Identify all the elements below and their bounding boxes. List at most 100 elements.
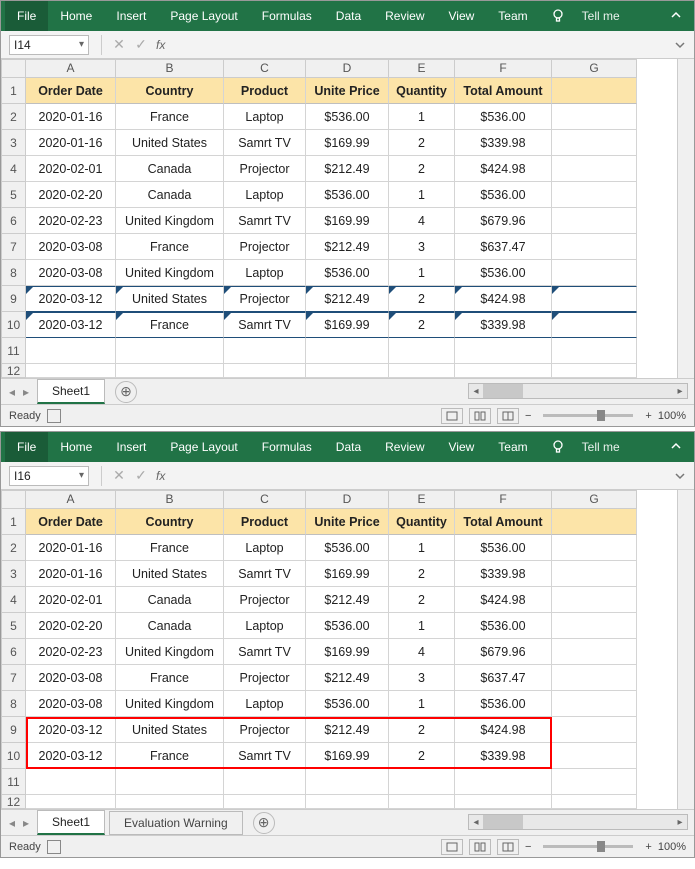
cell[interactable]: $679.96 — [455, 208, 552, 234]
sheet-tab-sheet1[interactable]: Sheet1 — [37, 379, 105, 404]
add-sheet-button[interactable]: ⊕ — [253, 812, 275, 834]
row-header-1[interactable]: 1 — [1, 509, 26, 535]
ribbon-tab-home[interactable]: Home — [48, 432, 104, 462]
cell[interactable]: United States — [116, 561, 224, 587]
cell[interactable]: Samrt TV — [224, 312, 306, 338]
cell[interactable]: $169.99 — [306, 312, 389, 338]
cell[interactable]: Projector — [224, 234, 306, 260]
ribbon-tab-file[interactable]: File — [5, 1, 48, 31]
cell[interactable]: 2020-01-16 — [26, 561, 116, 587]
cell[interactable]: $169.99 — [306, 743, 389, 769]
sheet-tab-evaluation-warning[interactable]: Evaluation Warning — [109, 811, 243, 835]
cell[interactable]: United Kingdom — [116, 691, 224, 717]
row-header-4[interactable]: 4 — [1, 156, 26, 182]
cell[interactable]: United Kingdom — [116, 208, 224, 234]
cell[interactable]: Projector — [224, 587, 306, 613]
cell[interactable]: United States — [116, 130, 224, 156]
header-cell[interactable]: Total Amount — [455, 509, 552, 535]
cell[interactable] — [552, 509, 637, 535]
cell[interactable] — [224, 364, 306, 378]
cell[interactable]: 2020-03-12 — [26, 717, 116, 743]
cell[interactable]: $536.00 — [455, 260, 552, 286]
cell[interactable] — [552, 639, 637, 665]
cell[interactable] — [389, 364, 455, 378]
header-cell[interactable]: Country — [116, 509, 224, 535]
row-header-7[interactable]: 7 — [1, 234, 26, 260]
row-header-9[interactable]: 9 — [1, 717, 26, 743]
cell[interactable]: 2020-03-12 — [26, 312, 116, 338]
cell[interactable]: United Kingdom — [116, 260, 224, 286]
cell[interactable] — [552, 104, 637, 130]
cell[interactable]: 2 — [389, 561, 455, 587]
view-page-layout-icon[interactable] — [469, 839, 491, 855]
header-cell[interactable]: Total Amount — [455, 78, 552, 104]
cell[interactable] — [552, 234, 637, 260]
cell[interactable] — [552, 312, 637, 338]
cell[interactable] — [552, 717, 637, 743]
cell[interactable] — [455, 338, 552, 364]
cell[interactable]: Laptop — [224, 260, 306, 286]
cell[interactable]: $536.00 — [306, 104, 389, 130]
cell[interactable]: France — [116, 535, 224, 561]
ribbon-tab-review[interactable]: Review — [373, 432, 436, 462]
cell[interactable]: Projector — [224, 665, 306, 691]
cell[interactable]: $212.49 — [306, 286, 389, 312]
tell-me[interactable]: Tell me — [570, 432, 632, 462]
cell[interactable]: 2020-01-16 — [26, 130, 116, 156]
name-box[interactable]: I14 ▾ — [9, 35, 89, 55]
row-header-6[interactable]: 6 — [1, 639, 26, 665]
cell[interactable]: Samrt TV — [224, 639, 306, 665]
cell[interactable]: United States — [116, 286, 224, 312]
cell[interactable]: 1 — [389, 260, 455, 286]
row-header-11[interactable]: 11 — [1, 338, 26, 364]
cell[interactable]: 2020-02-23 — [26, 639, 116, 665]
cell[interactable]: Laptop — [224, 535, 306, 561]
row-header-4[interactable]: 4 — [1, 587, 26, 613]
ribbon-tab-team[interactable]: Team — [486, 1, 539, 31]
ribbon-tab-view[interactable]: View — [437, 1, 487, 31]
cell[interactable] — [389, 795, 455, 809]
sheet-nav-next-icon[interactable]: ▸ — [19, 385, 33, 399]
cell[interactable]: $536.00 — [306, 613, 389, 639]
cell[interactable]: 2020-02-20 — [26, 182, 116, 208]
cell[interactable]: $212.49 — [306, 717, 389, 743]
row-header-3[interactable]: 3 — [1, 130, 26, 156]
cell[interactable] — [116, 795, 224, 809]
header-cell[interactable]: Quantity — [389, 78, 455, 104]
cell[interactable] — [552, 364, 637, 378]
cell[interactable]: Samrt TV — [224, 208, 306, 234]
row-header-2[interactable]: 2 — [1, 104, 26, 130]
cell[interactable]: 2020-03-08 — [26, 691, 116, 717]
cell[interactable] — [306, 795, 389, 809]
cell[interactable]: France — [116, 665, 224, 691]
cell[interactable]: $169.99 — [306, 639, 389, 665]
cell[interactable]: 2020-03-08 — [26, 260, 116, 286]
cell[interactable] — [306, 364, 389, 378]
col-header-B[interactable]: B — [116, 59, 224, 78]
ribbon-tab-data[interactable]: Data — [324, 432, 373, 462]
cell[interactable]: 2020-02-23 — [26, 208, 116, 234]
cell[interactable] — [455, 769, 552, 795]
view-normal-icon[interactable] — [441, 408, 463, 424]
row-header-9[interactable]: 9 — [1, 286, 26, 312]
horizontal-scrollbar[interactable]: ◂ ▸ — [468, 814, 688, 830]
row-header-5[interactable]: 5 — [1, 613, 26, 639]
cell[interactable]: 2020-01-16 — [26, 535, 116, 561]
col-header-E[interactable]: E — [389, 490, 455, 509]
cell[interactable] — [552, 561, 637, 587]
header-cell[interactable]: Product — [224, 78, 306, 104]
cell[interactable]: 1 — [389, 535, 455, 561]
ribbon-tab-review[interactable]: Review — [373, 1, 436, 31]
ribbon-tab-file[interactable]: File — [5, 432, 48, 462]
cell[interactable]: 2020-03-12 — [26, 286, 116, 312]
zoom-slider[interactable] — [543, 845, 633, 848]
name-box-dropdown-icon[interactable]: ▾ — [79, 470, 84, 481]
ribbon-tab-page-layout[interactable]: Page Layout — [158, 432, 249, 462]
ribbon-tab-home[interactable]: Home — [48, 1, 104, 31]
cell[interactable]: $169.99 — [306, 561, 389, 587]
cell[interactable]: $536.00 — [455, 691, 552, 717]
macro-record-icon[interactable] — [47, 840, 61, 854]
zoom-level[interactable]: 100% — [658, 410, 686, 422]
cell[interactable]: $424.98 — [455, 717, 552, 743]
col-header-A[interactable]: A — [26, 490, 116, 509]
